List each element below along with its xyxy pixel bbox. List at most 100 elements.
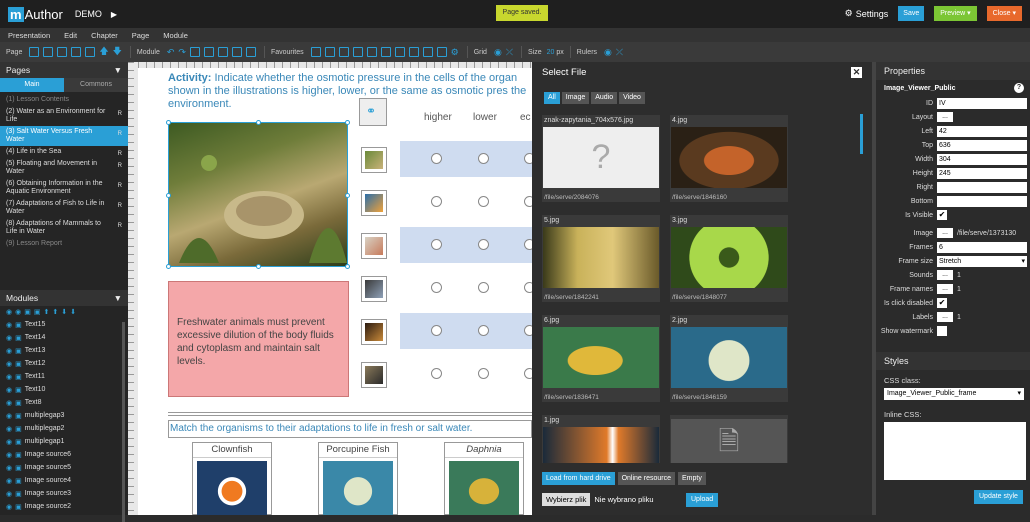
lock-icon[interactable]: ▣: [15, 347, 22, 355]
module-item[interactable]: ◉ ▣ Text15: [0, 318, 128, 331]
organism-thumbnail[interactable]: [361, 319, 387, 345]
inline-css-textarea[interactable]: [884, 422, 1026, 480]
redo-icon[interactable]: ↷: [178, 47, 186, 58]
cut-module-icon[interactable]: [245, 47, 256, 57]
move-top-icon[interactable]: ⬆: [43, 308, 49, 316]
sounds-button[interactable]: ...: [937, 270, 953, 280]
fav-image-icon[interactable]: [352, 47, 363, 57]
page-item-5[interactable]: (5) Floating and Movement in Water R: [0, 158, 128, 178]
lock-icon[interactable]: ▣: [15, 503, 22, 511]
eye-icon[interactable]: ◉: [6, 334, 12, 342]
module-item[interactable]: ◉ ▣ multiplegap3: [0, 409, 128, 422]
lock-icon[interactable]: ▣: [15, 438, 22, 446]
page-item-3[interactable]: (3) Salt Water Versus Fresh Water R: [0, 126, 128, 146]
show-watermark-checkbox[interactable]: [937, 326, 947, 336]
close-icon[interactable]: ✕: [851, 66, 862, 78]
eye-icon[interactable]: ◉: [6, 347, 12, 355]
page-item-6[interactable]: (6) Obtaining Information in the Aquatic…: [0, 178, 128, 198]
eye-icon[interactable]: ◉: [6, 412, 12, 420]
module-item[interactable]: ◉ ▣ Text10: [0, 383, 128, 396]
file-tile[interactable]: 2.jpg /file/serve/1846159: [670, 315, 788, 402]
eye-icon[interactable]: ◉: [6, 386, 12, 394]
fav-table-icon[interactable]: [324, 47, 335, 57]
filter-video[interactable]: Video: [619, 92, 645, 104]
show-all-icon[interactable]: ◉: [6, 308, 12, 316]
frame-size-select[interactable]: Stretch ▾: [937, 255, 1027, 267]
module-item[interactable]: ◉ ▣ Text12: [0, 357, 128, 370]
connector-module[interactable]: ⚭: [359, 98, 387, 126]
fav-choice-icon[interactable]: [338, 47, 349, 57]
radio-lower[interactable]: [478, 153, 489, 164]
play-triangle-icon[interactable]: ▶: [111, 10, 117, 19]
fav-gallery-icon[interactable]: [366, 47, 377, 57]
eye-icon[interactable]: ◉: [6, 373, 12, 381]
is-visible-checkbox[interactable]: ✔: [937, 210, 947, 220]
move-bottom-icon[interactable]: ⬇: [70, 308, 76, 316]
css-class-select[interactable]: Image_Viewer_Public_frame ▾: [884, 388, 1024, 400]
module-item[interactable]: ◉ ▣ Text14: [0, 331, 128, 344]
lock-icon[interactable]: ▣: [15, 451, 22, 459]
grid-eye-icon[interactable]: ◉: [494, 47, 502, 58]
resize-handle[interactable]: [345, 264, 350, 269]
image-viewer-module[interactable]: [166, 120, 350, 269]
lock-icon[interactable]: ▣: [15, 373, 22, 381]
organism-thumbnail[interactable]: [361, 147, 387, 173]
file-tile[interactable]: 1.jpg: [542, 415, 660, 463]
page-item-2[interactable]: (2) Water as an Environment for Life R: [0, 106, 128, 126]
radio-lower[interactable]: [478, 196, 489, 207]
module-item[interactable]: ◉ ▣ Image source4: [0, 474, 128, 487]
file-tile[interactable]: 6.jpg /file/serve/1836471: [542, 315, 660, 402]
page-item-9[interactable]: (9) Lesson Report: [0, 238, 128, 250]
filter-all[interactable]: All: [544, 92, 560, 104]
filter-audio[interactable]: Audio: [591, 92, 618, 104]
edit-page-icon[interactable]: [85, 47, 96, 57]
file-tile[interactable]: 5.jpg /file/serve/1842241: [542, 215, 660, 302]
eye-icon[interactable]: ◉: [6, 360, 12, 368]
eye-icon[interactable]: ◉: [6, 477, 12, 485]
top-input[interactable]: 636: [937, 139, 1027, 151]
eye-icon[interactable]: ◉: [6, 503, 12, 511]
collapse-icon[interactable]: ▼: [114, 65, 122, 75]
lock-icon[interactable]: ▣: [15, 321, 22, 329]
empty-button[interactable]: Empty: [678, 472, 706, 485]
eye-icon[interactable]: ◉: [6, 490, 12, 498]
height-input[interactable]: 245: [937, 167, 1027, 179]
rulers-eye-icon[interactable]: ◉: [604, 47, 612, 58]
module-item[interactable]: ◉ ▣ Text11: [0, 370, 128, 383]
menu-chapter[interactable]: Chapter: [91, 31, 118, 40]
fav-video-icon[interactable]: [380, 47, 391, 57]
lock-icon[interactable]: ▣: [15, 477, 22, 485]
module-item[interactable]: ◉ ▣ Text8: [0, 396, 128, 409]
eye-icon[interactable]: ◉: [6, 399, 12, 407]
width-input[interactable]: 304: [937, 153, 1027, 165]
file-tile[interactable]: 🗎: [670, 415, 788, 463]
menu-module[interactable]: Module: [163, 31, 188, 40]
tab-commons[interactable]: Commons: [64, 78, 128, 92]
frame-names-button[interactable]: ...: [937, 284, 953, 294]
organism-thumbnail[interactable]: [361, 362, 387, 388]
save-button[interactable]: Save: [898, 6, 925, 21]
page-settings-icon[interactable]: [57, 47, 68, 57]
radio-lower[interactable]: [478, 368, 489, 379]
organism-card[interactable]: Daphnia: [444, 442, 524, 515]
radio-higher[interactable]: [431, 282, 442, 293]
resize-handle[interactable]: [345, 120, 350, 125]
grid-snap-icon[interactable]: ⤫: [506, 47, 513, 58]
resize-handle[interactable]: [256, 264, 261, 269]
radio-equal[interactable]: [524, 282, 532, 293]
left-input[interactable]: 42: [937, 125, 1027, 137]
rulers-snap-icon[interactable]: ⤫: [616, 47, 623, 58]
copy-module-icon[interactable]: [217, 47, 228, 57]
lock-icon[interactable]: ▣: [15, 490, 22, 498]
organism-thumbnail[interactable]: [361, 276, 387, 302]
close-button[interactable]: Close ▾: [986, 6, 1022, 21]
click-disabled-checkbox[interactable]: ✔: [937, 298, 947, 308]
unlock-icon[interactable]: ▣: [34, 308, 41, 316]
radio-equal[interactable]: [524, 325, 532, 336]
modules-scrollbar[interactable]: [122, 322, 125, 522]
organism-card[interactable]: Porcupine Fish: [318, 442, 398, 515]
lock-icon[interactable]: ▣: [24, 308, 31, 316]
bottom-input[interactable]: [937, 195, 1027, 207]
module-item[interactable]: ◉ ▣ Image source2: [0, 500, 128, 513]
file-tile[interactable]: 3.jpg /file/serve/1848077: [670, 215, 788, 302]
